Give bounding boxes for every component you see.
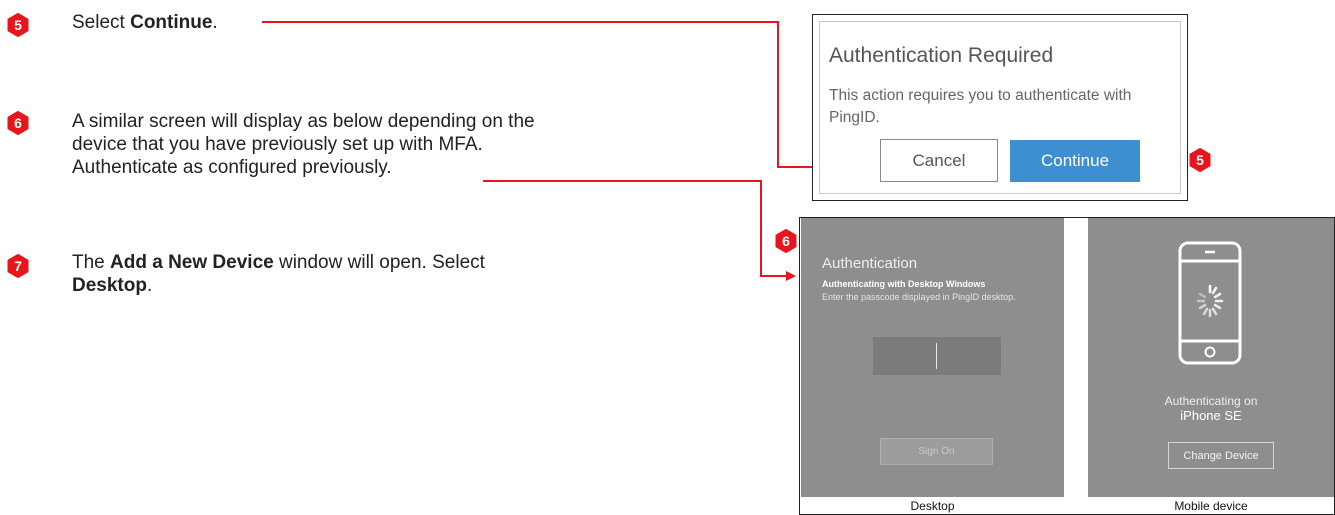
desktop-caption: Desktop — [910, 499, 955, 513]
svg-text:5: 5 — [14, 17, 22, 33]
mobile-caption: Mobile device — [1174, 499, 1248, 513]
phone-icon — [1178, 241, 1242, 365]
desktop-auth-hint: Enter the passcode displayed in PingID d… — [822, 292, 1016, 302]
mobile-auth-status: Authenticating on — [1164, 394, 1258, 408]
connector-step6 — [483, 180, 796, 281]
desktop-auth-subtitle: Authenticating with Desktop Windows — [822, 279, 986, 289]
dialog-callout-badge: 5 — [1188, 148, 1212, 172]
cancel-button[interactable]: Cancel — [880, 139, 998, 182]
spinner-icon — [1196, 284, 1224, 318]
step-7-badge: 7 — [6, 254, 30, 278]
step-6-badge: 6 — [6, 111, 30, 135]
passcode-input[interactable] — [873, 337, 1001, 375]
desktop-auth-title: Authentication — [822, 255, 918, 272]
change-device-button[interactable]: Change Device — [1168, 442, 1274, 469]
svg-text:7: 7 — [14, 258, 22, 274]
svg-text:5: 5 — [1196, 152, 1204, 168]
passcode-cursor — [936, 343, 937, 369]
sign-on-button[interactable]: Sign On — [880, 438, 993, 465]
dialog-title: Authentication Required — [829, 44, 1054, 67]
panel-callout-badge: 6 — [774, 229, 798, 253]
step-7-text: The Add a New Device window will open. S… — [72, 252, 485, 296]
svg-text:6: 6 — [782, 233, 790, 249]
step-6-text: A similar screen will display as below d… — [72, 111, 535, 178]
step-5-badge: 5 — [6, 13, 30, 37]
mobile-device-name: iPhone SE — [1180, 408, 1242, 423]
step-5-text: Select Continue. — [72, 12, 218, 33]
continue-button[interactable]: Continue — [1010, 140, 1140, 182]
svg-text:6: 6 — [14, 115, 22, 131]
dialog-message: This action requires you to authenticate… — [829, 87, 1132, 126]
